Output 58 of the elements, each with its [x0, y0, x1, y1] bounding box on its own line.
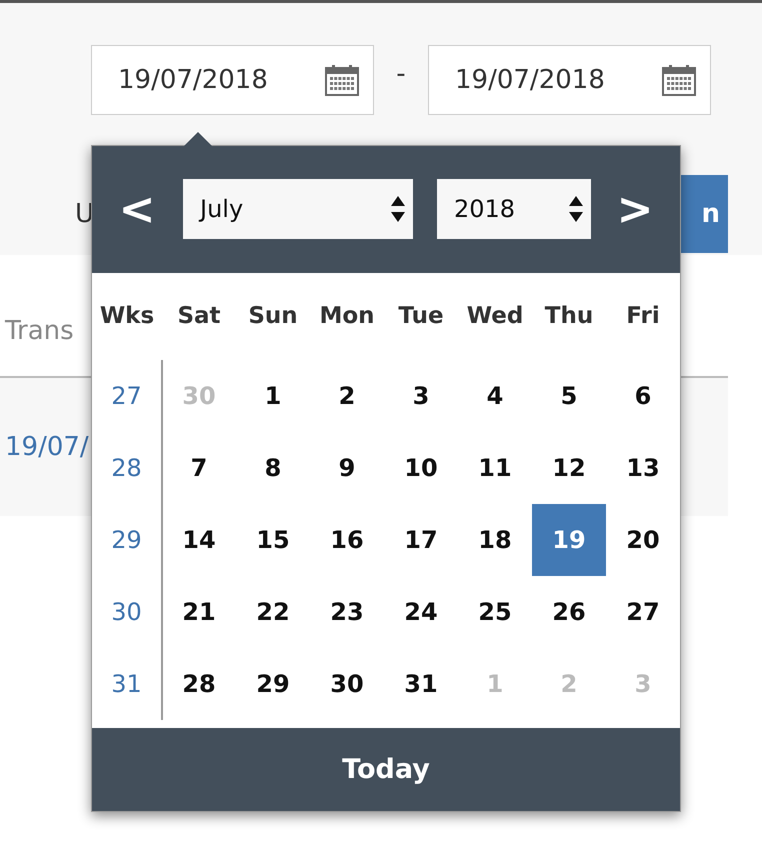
day-cell[interactable]: 29 — [236, 648, 310, 720]
weekday-header: Sun — [247, 302, 299, 332]
day-cell[interactable]: 5 — [532, 360, 606, 432]
month-select[interactable]: July — [183, 179, 413, 240]
day-cell[interactable]: 20 — [606, 504, 680, 576]
day-cell[interactable]: 9 — [310, 432, 384, 504]
day-cell[interactable]: 15 — [236, 504, 310, 576]
day-cell[interactable]: 31 — [384, 648, 458, 720]
day-cell[interactable]: 17 — [384, 504, 458, 576]
week-number: 31 — [92, 648, 163, 720]
day-cell[interactable]: 19 — [532, 504, 606, 576]
range-separator: - — [395, 59, 407, 89]
day-cell[interactable]: 26 — [532, 576, 606, 648]
day-cell[interactable]: 6 — [606, 360, 680, 432]
day-cell[interactable]: 16 — [310, 504, 384, 576]
date-field[interactable]: 19/07/2018 — [91, 45, 374, 115]
day-cell[interactable]: 11 — [458, 432, 532, 504]
day-cell[interactable]: 18 — [458, 504, 532, 576]
week-number: 29 — [92, 504, 163, 576]
weekday-header: Tue — [397, 302, 445, 332]
weekday-header: Wks — [98, 302, 156, 332]
today-button[interactable]: Today — [92, 728, 680, 811]
date-field[interactable]: 19/07/2018 — [428, 45, 711, 115]
week-number: 30 — [92, 576, 163, 648]
day-cell[interactable]: 2 — [310, 360, 384, 432]
next-month-button[interactable]: > — [610, 184, 660, 235]
date-link[interactable]: 19/07/ — [5, 432, 89, 462]
week-number: 27 — [92, 360, 163, 432]
weekday-header: Mon — [318, 302, 376, 332]
weekday-header: Thu — [544, 302, 594, 332]
day-cell[interactable]: 1 — [236, 360, 310, 432]
year-select[interactable]: 2018 — [437, 179, 591, 240]
day-cell[interactable]: 23 — [310, 576, 384, 648]
day-cell[interactable]: 4 — [458, 360, 532, 432]
day-cell[interactable]: 24 — [384, 576, 458, 648]
day-cell[interactable]: 12 — [532, 432, 606, 504]
day-cell[interactable]: 27 — [606, 576, 680, 648]
weekday-header: Fri — [625, 302, 661, 332]
spinner-arrows-icon — [391, 196, 405, 222]
day-cell[interactable]: 22 — [236, 576, 310, 648]
calendar-icon[interactable] — [325, 64, 359, 96]
day-cell[interactable]: 30 — [310, 648, 384, 720]
calendar-icon[interactable] — [662, 64, 696, 96]
day-cell[interactable]: 10 — [384, 432, 458, 504]
column-header: Trans — [5, 316, 74, 346]
day-cell[interactable]: 25 — [458, 576, 532, 648]
spinner-arrows-icon — [569, 196, 583, 222]
day-cell[interactable]: 7 — [162, 432, 236, 504]
weekday-header: Sat — [176, 302, 222, 332]
day-cell[interactable]: 14 — [162, 504, 236, 576]
day-cell[interactable]: 21 — [162, 576, 236, 648]
previous-month-button[interactable]: < — [112, 184, 162, 235]
week-number: 28 — [92, 432, 163, 504]
day-cell[interactable]: 8 — [236, 432, 310, 504]
day-cell[interactable]: 28 — [162, 648, 236, 720]
weekday-header: Wed — [466, 302, 524, 332]
day-cell[interactable]: 3 — [384, 360, 458, 432]
day-cell[interactable]: 13 — [606, 432, 680, 504]
